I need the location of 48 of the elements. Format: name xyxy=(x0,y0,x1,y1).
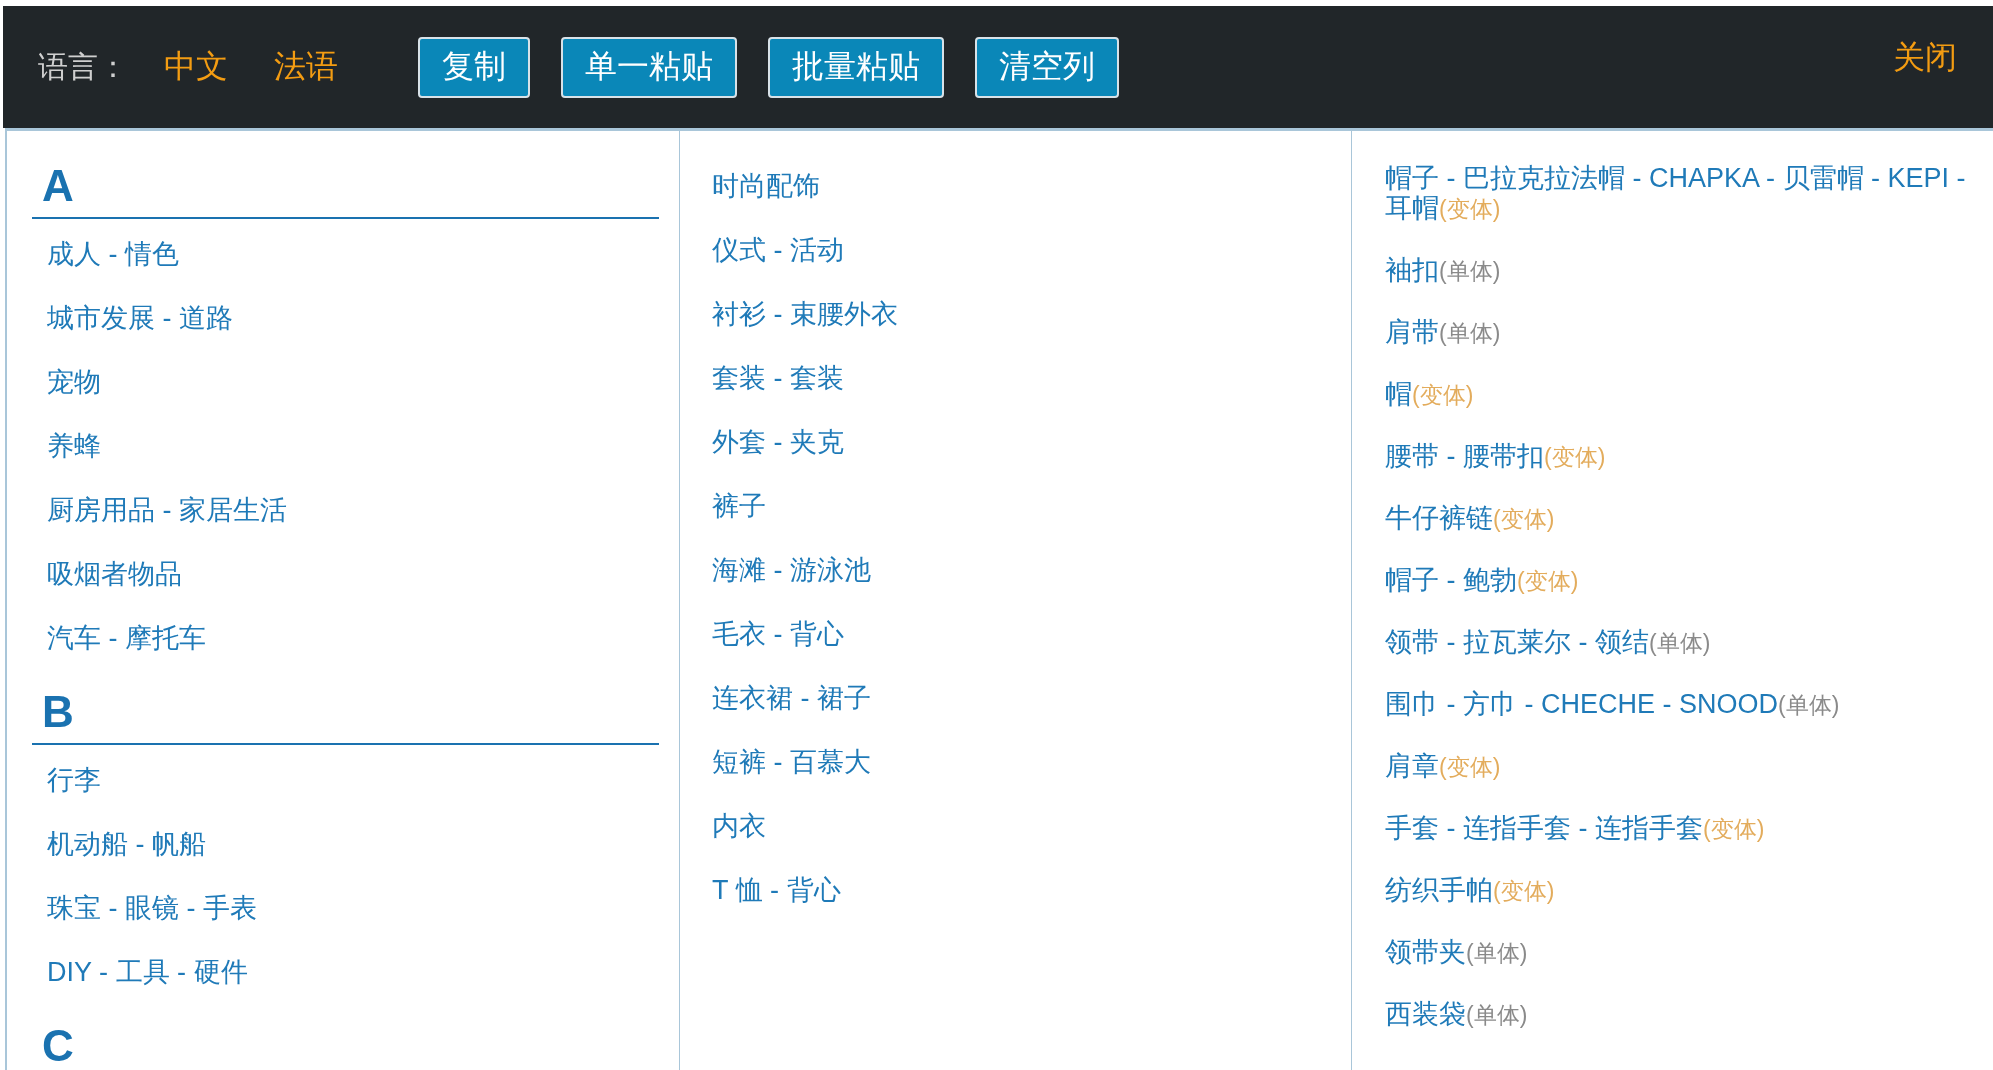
category-link[interactable]: 城市发展 - 道路 xyxy=(47,303,233,333)
language-link[interactable]: 法语 xyxy=(274,45,338,89)
category-link[interactable]: DIY - 工具 - 硬件 xyxy=(47,957,248,987)
category-link[interactable]: 外套 - 夹克 xyxy=(712,427,844,457)
category-link[interactable]: 帽(变体) xyxy=(1385,379,1474,410)
category-link[interactable]: 牛仔裤链(变体) xyxy=(1385,503,1555,534)
category-link[interactable]: 套装 - 套装 xyxy=(712,363,844,393)
category-link[interactable]: 帽子 - 鲍勃(变体) xyxy=(1385,565,1579,596)
category-link[interactable]: 海滩 - 游泳池 xyxy=(712,555,871,585)
action-button[interactable]: 清空列 xyxy=(975,36,1119,98)
category-link[interactable]: 行李 xyxy=(47,765,101,795)
category-link[interactable]: 汽车 - 摩托车 xyxy=(47,623,206,653)
category-link[interactable]: 肩章(变体) xyxy=(1385,751,1501,782)
category-link[interactable]: 毛衣 - 背心 xyxy=(712,619,844,649)
category-link[interactable]: 成人 - 情色 xyxy=(47,239,179,269)
letter-heading: B xyxy=(32,687,659,745)
language-link[interactable]: 中文 xyxy=(164,45,228,89)
category-link[interactable]: 裤子 xyxy=(712,491,766,521)
category-link[interactable]: 衬衫 - 束腰外衣 xyxy=(712,299,898,329)
category-link[interactable]: 帽子 - 巴拉克拉法帽 - CHAPKA - 贝雷帽 - KEPI - 耳帽(变体) xyxy=(1385,163,1973,224)
category-link[interactable]: 西装袋(单体) xyxy=(1385,999,1528,1030)
category-link[interactable]: 宠物 xyxy=(47,367,101,397)
category-link[interactable]: 纺织手帕(变体) xyxy=(1385,875,1555,906)
category-link[interactable]: 吸烟者物品 xyxy=(47,559,182,589)
category-link[interactable]: 手套 - 连指手套 - 连指手套(变体) xyxy=(1385,813,1765,844)
category-link[interactable]: 内衣 xyxy=(712,811,766,841)
category-link[interactable]: 养蜂 xyxy=(47,431,101,461)
category-link[interactable]: 连衣裙 - 裙子 xyxy=(712,683,871,713)
close-link[interactable]: 关闭 xyxy=(1893,36,1957,80)
category-link[interactable]: 腰带 - 腰带扣(变体) xyxy=(1385,441,1606,472)
category-link[interactable]: 仪式 - 活动 xyxy=(712,235,844,265)
category-link[interactable]: 时尚配饰 xyxy=(712,171,820,201)
category-link[interactable]: 领带 - 拉瓦莱尔 - 领结(单体) xyxy=(1385,627,1711,658)
category-link[interactable]: 肩带(单体) xyxy=(1385,317,1501,348)
action-button[interactable]: 单一粘贴 xyxy=(561,36,737,98)
action-button[interactable]: 批量粘贴 xyxy=(768,36,944,98)
action-button[interactable]: 复制 xyxy=(418,36,530,98)
category-link[interactable]: 领带夹(单体) xyxy=(1385,937,1528,968)
letter-heading: A xyxy=(32,161,659,219)
category-link[interactable]: 珠宝 - 眼镜 - 手表 xyxy=(47,893,257,923)
language-label: 语言： xyxy=(38,48,128,85)
category-link[interactable]: T 恤 - 背心 xyxy=(712,875,841,905)
category-link[interactable]: 厨房用品 - 家居生活 xyxy=(47,495,287,525)
category-link[interactable]: 机动船 - 帆船 xyxy=(47,829,206,859)
letter-heading: C xyxy=(32,1021,659,1070)
category-link[interactable]: 短裤 - 百慕大 xyxy=(712,747,871,777)
category-link[interactable]: 袖扣(单体) xyxy=(1385,255,1501,286)
category-link[interactable]: 围巾 - 方巾 - CHECHE - SNOOD(单体) xyxy=(1385,689,1840,720)
